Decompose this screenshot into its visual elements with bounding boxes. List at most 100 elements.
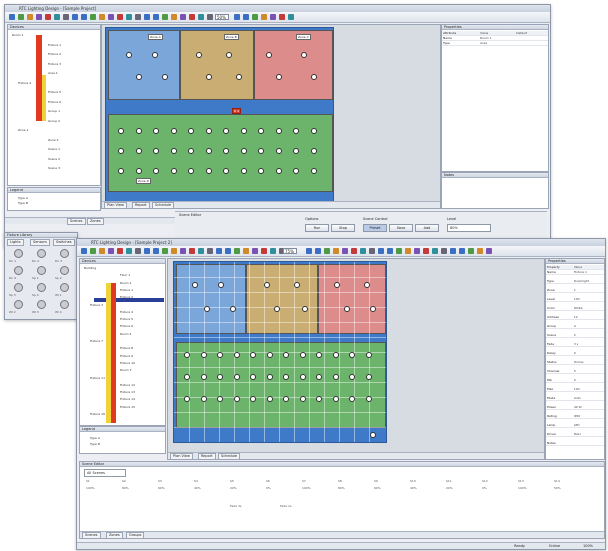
property-row[interactable]: Power 40 W: [546, 405, 604, 410]
fixture-symbol[interactable]: [205, 128, 212, 134]
tree-item[interactable]: Fixture 3: [90, 303, 103, 307]
tree-item[interactable]: Fixture 2: [120, 295, 133, 299]
fixture-symbol[interactable]: [233, 352, 240, 358]
fixture-symbol[interactable]: [153, 148, 159, 154]
toolbar-button-icon[interactable]: [378, 248, 384, 254]
toolbar-button-icon[interactable]: [207, 14, 213, 20]
toolbar-button-icon[interactable]: [90, 248, 96, 254]
tree-item[interactable]: Fixture 10: [120, 361, 135, 365]
property-row[interactable]: Type Downlight: [546, 279, 604, 284]
toolbar-button-icon[interactable]: [477, 248, 483, 254]
toolbar-button-icon[interactable]: [81, 248, 87, 254]
fixture-symbol[interactable]: [266, 396, 273, 402]
property-row[interactable]: Channel 5: [546, 369, 604, 374]
toolbar-button-icon[interactable]: [27, 14, 33, 20]
toolbar-button-icon[interactable]: [144, 248, 150, 254]
floor-plan[interactable]: [173, 261, 387, 443]
toolbar-button-icon[interactable]: [108, 14, 114, 20]
fixture-symbol[interactable]: [299, 396, 306, 402]
zone-blue[interactable]: [176, 264, 246, 334]
toolbar-button-icon[interactable]: [144, 14, 150, 20]
property-value[interactable]: LED: [574, 423, 580, 427]
toolbar-button-icon[interactable]: [468, 248, 474, 254]
toolbar-button-icon[interactable]: [333, 248, 339, 254]
fixture-symbol[interactable]: [365, 352, 372, 358]
save-button[interactable]: Save: [389, 224, 413, 232]
fixture-symbol[interactable]: [299, 352, 306, 358]
toolbar-button-icon[interactable]: [459, 248, 465, 254]
floor-plan-canvas[interactable]: Plan View Report Schedule: [167, 258, 545, 460]
tree-item[interactable]: Fixture 6: [48, 100, 61, 104]
property-value[interactable]: 3 s: [574, 342, 578, 346]
add-button[interactable]: Add: [415, 224, 439, 232]
scene-level-value[interactable]: 100%: [302, 486, 311, 490]
toolbar-button-icon[interactable]: [243, 14, 249, 20]
property-row[interactable]: Lamp LED: [546, 423, 604, 428]
fixture-symbol[interactable]: [275, 148, 282, 154]
property-value[interactable]: 100: [574, 387, 580, 391]
fixture-symbol[interactable]: [184, 352, 190, 358]
stop-button[interactable]: Stop: [331, 224, 355, 232]
fixture-symbol[interactable]: [217, 374, 223, 380]
fixture-symbol[interactable]: [293, 168, 299, 174]
zone-tan[interactable]: [180, 30, 254, 100]
tab-scenes[interactable]: Scenes: [82, 532, 101, 538]
toolbar-button-icon[interactable]: [252, 14, 258, 20]
tree-item[interactable]: Area 1: [48, 71, 58, 75]
tree-item[interactable]: Scene 1: [48, 147, 60, 151]
tree-item[interactable]: Fixture 1: [120, 288, 133, 292]
tree-item[interactable]: Group 1: [48, 109, 60, 113]
toolbar-button-icon[interactable]: [279, 14, 285, 20]
property-value[interactable]: 2: [574, 333, 576, 337]
fixture-symbol[interactable]: [364, 282, 370, 288]
property-value[interactable]: Auto: [574, 396, 581, 400]
fixture-swatch[interactable]: [60, 249, 69, 258]
fixture-symbol[interactable]: [316, 352, 322, 358]
toolbar-button-icon[interactable]: [189, 14, 195, 20]
fixture-symbol[interactable]: [275, 128, 282, 134]
property-value[interactable]: Room 1: [480, 36, 491, 40]
zoom-select[interactable]: 75%: [283, 248, 297, 254]
fixture-symbol[interactable]: [349, 352, 355, 358]
tab-plan-view[interactable]: Plan View: [104, 202, 127, 208]
fixture-symbol[interactable]: [205, 168, 212, 174]
palette-tab[interactable]: Switches: [53, 239, 75, 246]
tree-item[interactable]: Fixture 4: [120, 310, 133, 314]
fixture-symbol[interactable]: [266, 374, 273, 380]
toolbar-button-icon[interactable]: [54, 14, 60, 20]
tab-zones[interactable]: Zones: [106, 532, 123, 538]
fixture-symbol[interactable]: [223, 168, 229, 174]
fixture-symbol[interactable]: [233, 374, 240, 380]
toolbar-button-icon[interactable]: [171, 248, 177, 254]
fixture-symbol[interactable]: [170, 168, 177, 174]
tab-report[interactable]: Report: [198, 453, 216, 459]
fixture-symbol[interactable]: [230, 306, 236, 312]
fixture-symbol[interactable]: [283, 396, 289, 402]
toolbar-button-icon[interactable]: [117, 248, 123, 254]
fixture-symbol[interactable]: [206, 74, 212, 80]
tree-item[interactable]: Fixture 13: [120, 390, 135, 394]
property-value[interactable]: 1: [574, 288, 576, 292]
fixture-symbol[interactable]: [349, 396, 355, 402]
toolbar-button-icon[interactable]: [369, 248, 375, 254]
toolbar-button-icon[interactable]: [261, 248, 267, 254]
scene-level-value[interactable]: 40%: [410, 486, 417, 490]
fixture-symbol[interactable]: [264, 282, 270, 288]
fixture-symbol[interactable]: [274, 306, 280, 312]
fixture-symbol[interactable]: [283, 374, 289, 380]
toolbar-button-icon[interactable]: [486, 248, 492, 254]
fixture-symbol[interactable]: [188, 128, 194, 134]
toolbar-button-icon[interactable]: [414, 248, 420, 254]
toolbar-button-icon[interactable]: [243, 248, 249, 254]
fixture-symbol[interactable]: [118, 128, 124, 134]
fixture-symbol[interactable]: [370, 432, 376, 438]
legend-item[interactable]: Type B: [18, 201, 28, 205]
scene-level-value[interactable]: 0%: [482, 486, 487, 490]
toolbar-button-icon[interactable]: [324, 248, 330, 254]
scene-level-value[interactable]: 20%: [446, 486, 453, 490]
fixture-symbol[interactable]: [135, 168, 142, 174]
toolbar-button-icon[interactable]: [225, 248, 231, 254]
fixture-symbol[interactable]: [293, 148, 299, 154]
legend-item[interactable]: Type A: [18, 196, 28, 200]
selected-device-label[interactable]: D 4: [232, 108, 242, 114]
